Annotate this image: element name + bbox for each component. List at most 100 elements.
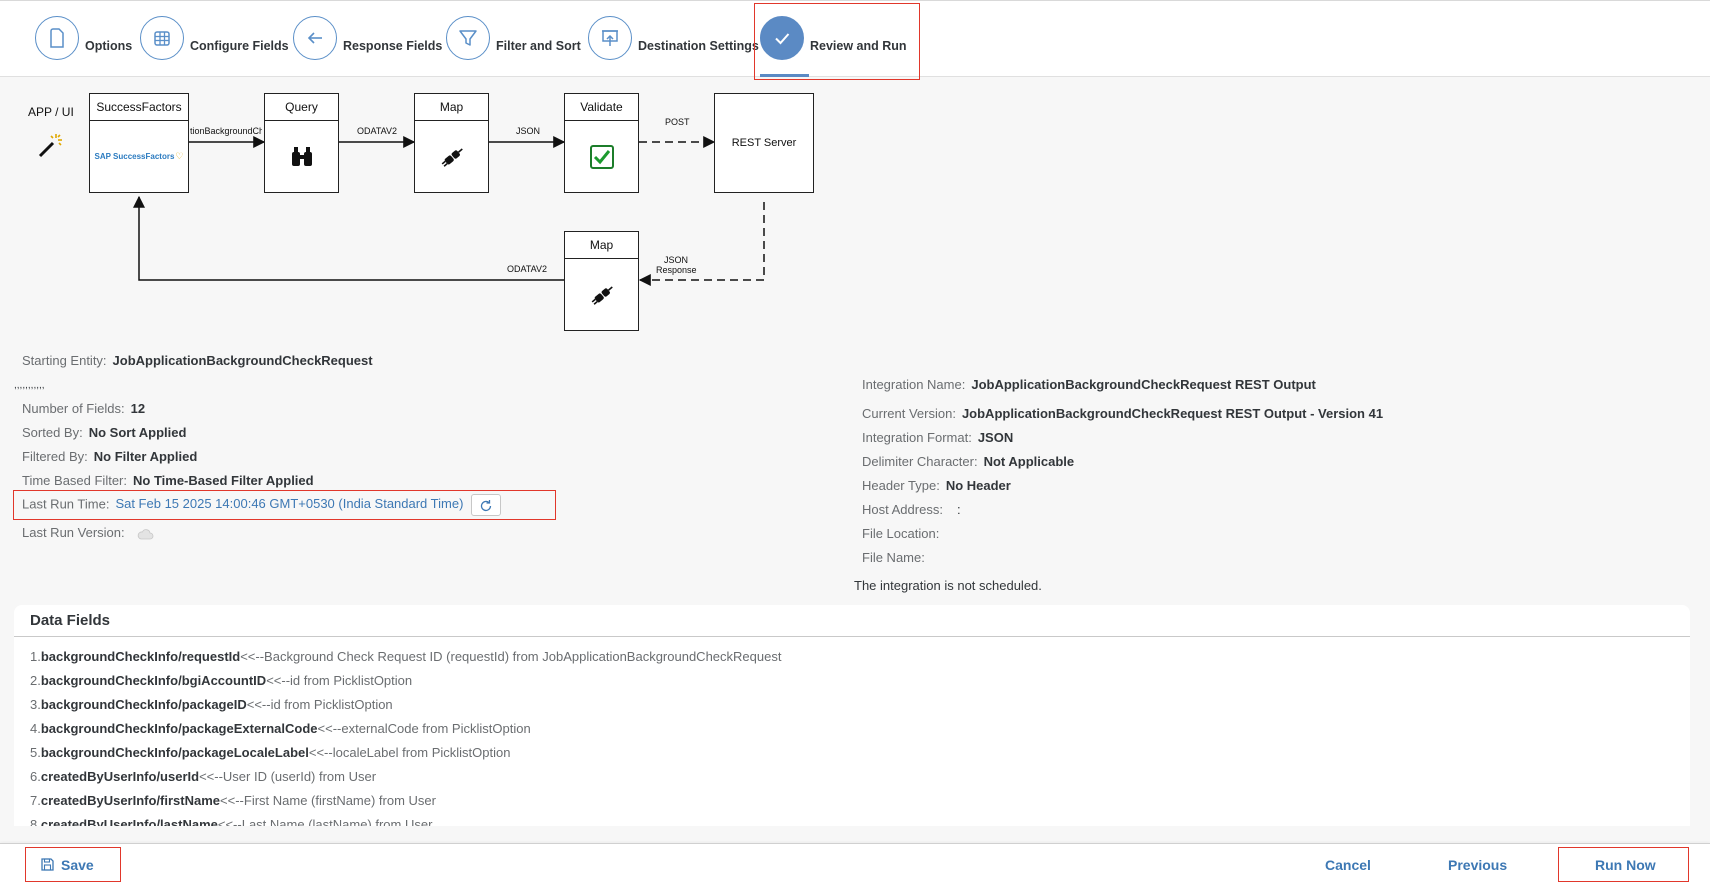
data-fields-title: Data Fields <box>14 605 1690 637</box>
plug-icon <box>565 259 638 330</box>
list-item: 5.backgroundCheckInfo/packageLocaleLabel… <box>30 745 511 760</box>
previous-button[interactable]: Previous <box>1448 844 1507 886</box>
successfactors-logo: SAP SuccessFactors <box>94 152 175 161</box>
number-of-fields-value: 12 <box>130 401 146 416</box>
header-type-label: Header Type: <box>862 478 940 493</box>
active-step-indicator <box>760 74 809 77</box>
node-title: Query <box>265 94 338 121</box>
header-type-row: Header Type: No Header <box>862 478 1011 493</box>
wizard-step-configure-fields[interactable]: Configure Fields <box>140 1 289 78</box>
node-title: Validate <box>565 94 638 121</box>
starting-entity-value: JobApplicationBackgroundCheckRequest <box>112 353 373 368</box>
node-map: Map <box>414 93 489 193</box>
node-validate: Validate <box>564 93 639 193</box>
edge-label-sf-query: tionBackgroundChe <box>190 126 262 136</box>
integration-format-row: Integration Format: JSON <box>862 430 1013 445</box>
save-icon <box>41 858 54 871</box>
delimiter-character-value: Not Applicable <box>983 454 1075 469</box>
file-location-label: File Location: <box>862 526 940 541</box>
integration-format-value: JSON <box>977 430 1014 445</box>
integration-flow-diagram: APP / UI SuccessFactors SAP SuccessFacto… <box>0 80 900 340</box>
time-based-filter-label: Time Based Filter: <box>22 473 127 488</box>
data-fields-list: 1.backgroundCheckInfo/requestId<<--Backg… <box>14 637 1690 826</box>
sorted-by-row: Sorted By: No Sort Applied <box>22 425 186 440</box>
starting-entity-row: Starting Entity: JobApplicationBackground… <box>22 353 373 368</box>
green-check-icon <box>565 121 638 192</box>
filtered-by-value: No Filter Applied <box>93 449 198 464</box>
edge-label-validate-rest: POST <box>665 117 690 127</box>
filter-icon <box>446 15 490 60</box>
last-run-time-row: Last Run Time: Sat Feb 15 2025 14:00:46 G… <box>22 494 502 516</box>
number-of-fields-row: Number of Fields: 12 <box>22 401 145 416</box>
node-successfactors: SuccessFactors SAP SuccessFactors ♡ <box>89 93 189 193</box>
plug-icon <box>415 121 488 192</box>
node-map-response: Map <box>564 231 639 331</box>
wizard-step-filter-and-sort[interactable]: Filter and Sort <box>446 1 581 78</box>
table-grid-icon <box>140 15 184 60</box>
document-icon <box>35 15 79 60</box>
list-item: 8.createdByUserInfo/lastName<<--Last Nam… <box>30 817 433 826</box>
heart-icon: ♡ <box>175 151 184 161</box>
wizard-step-destination-settings[interactable]: Destination Settings <box>588 1 759 78</box>
run-now-button[interactable]: Run Now <box>1595 844 1656 886</box>
last-run-time-label: Last Run Time: <box>22 496 110 512</box>
edge-label-rest-map2-line2: Response <box>656 265 697 275</box>
wizard-header: Options Configure Fields Response Fields… <box>0 0 1710 77</box>
wizard-step-label: Response Fields <box>343 38 443 53</box>
wizard-step-review-and-run[interactable]: Review and Run <box>760 1 907 78</box>
sorted-by-value: No Sort Applied <box>88 425 187 440</box>
list-item: 6.createdByUserInfo/userId<<--User ID (u… <box>30 769 377 784</box>
refresh-icon <box>481 499 492 511</box>
host-address-value: : <box>956 502 961 517</box>
integration-name-row: Integration Name: JobApplicationBackgroun… <box>862 377 1316 392</box>
node-query: Query <box>264 93 339 193</box>
host-address-row: Host Address:: <box>862 502 961 517</box>
refresh-button[interactable] <box>471 494 502 516</box>
wizard-step-label: Filter and Sort <box>496 38 581 53</box>
integration-format-label: Integration Format: <box>862 430 972 445</box>
header-type-value: No Header <box>945 478 1011 493</box>
list-item: 3.backgroundCheckInfo/packageID<<--id fr… <box>30 697 393 712</box>
list-item: 1.backgroundCheckInfo/requestId<<--Backg… <box>30 649 782 664</box>
wizard-step-label: Review and Run <box>810 38 907 53</box>
save-button-label: Save <box>61 857 94 873</box>
wizard-step-options[interactable]: Options <box>35 1 132 78</box>
data-fields-panel: Data Fields 1.backgroundCheckInfo/reques… <box>14 605 1690 826</box>
save-button[interactable]: Save <box>40 844 94 886</box>
number-of-fields-label: Number of Fields: <box>22 401 125 416</box>
sorted-by-label: Sorted By: <box>22 425 83 440</box>
schedule-status-text: The integration is not scheduled. <box>854 578 1042 593</box>
delimiter-character-row: Delimiter Character: Not Applicable <box>862 454 1074 469</box>
last-run-version-row: Last Run Version: <box>22 525 154 541</box>
node-title: Map <box>415 94 488 121</box>
file-name-row: File Name: <box>862 550 925 565</box>
edge-label-query-map: ODATAV2 <box>357 126 398 136</box>
arrow-left-icon <box>293 15 337 60</box>
node-title: SuccessFactors <box>90 94 188 121</box>
integration-name-value: JobApplicationBackgroundCheckRequest RES… <box>971 377 1316 392</box>
starting-entity-label: Starting Entity: <box>22 353 107 368</box>
edge-label-rest-map2-line1: JSON <box>664 255 689 265</box>
filtered-by-label: Filtered By: <box>22 449 88 464</box>
last-run-version-label: Last Run Version: <box>22 525 125 540</box>
time-based-filter-row: Time Based Filter: No Time-Based Filter A… <box>22 473 314 488</box>
separator-text: ,,,,,,,,,,, <box>14 380 45 391</box>
current-version-row: Current Version: JobApplicationBackground… <box>862 406 1383 421</box>
edge-label-map-validate: JSON <box>516 126 541 136</box>
edge-map2-to-sf <box>133 195 564 281</box>
file-name-label: File Name: <box>862 550 925 565</box>
app-ui-label: APP / UI <box>28 105 74 119</box>
host-address-label: Host Address: <box>862 502 943 517</box>
delimiter-character-label: Delimiter Character: <box>862 454 978 469</box>
wizard-step-label: Configure Fields <box>190 38 289 53</box>
integration-name-label: Integration Name: <box>862 377 966 392</box>
time-based-filter-value: No Time-Based Filter Applied <box>133 473 314 488</box>
cloud-icon <box>136 527 154 541</box>
last-run-time-value[interactable]: Sat Feb 15 2025 14:00:46 GMT+0530 (India… <box>115 496 463 511</box>
cancel-button[interactable]: Cancel <box>1325 844 1371 886</box>
node-rest-server: REST Server <box>714 93 814 193</box>
file-location-row: File Location: <box>862 526 939 541</box>
magic-wand-icon <box>36 130 66 165</box>
wizard-step-response-fields[interactable]: Response Fields <box>293 1 442 78</box>
list-item: 2.backgroundCheckInfo/bgiAccountID<<--id… <box>30 673 413 688</box>
